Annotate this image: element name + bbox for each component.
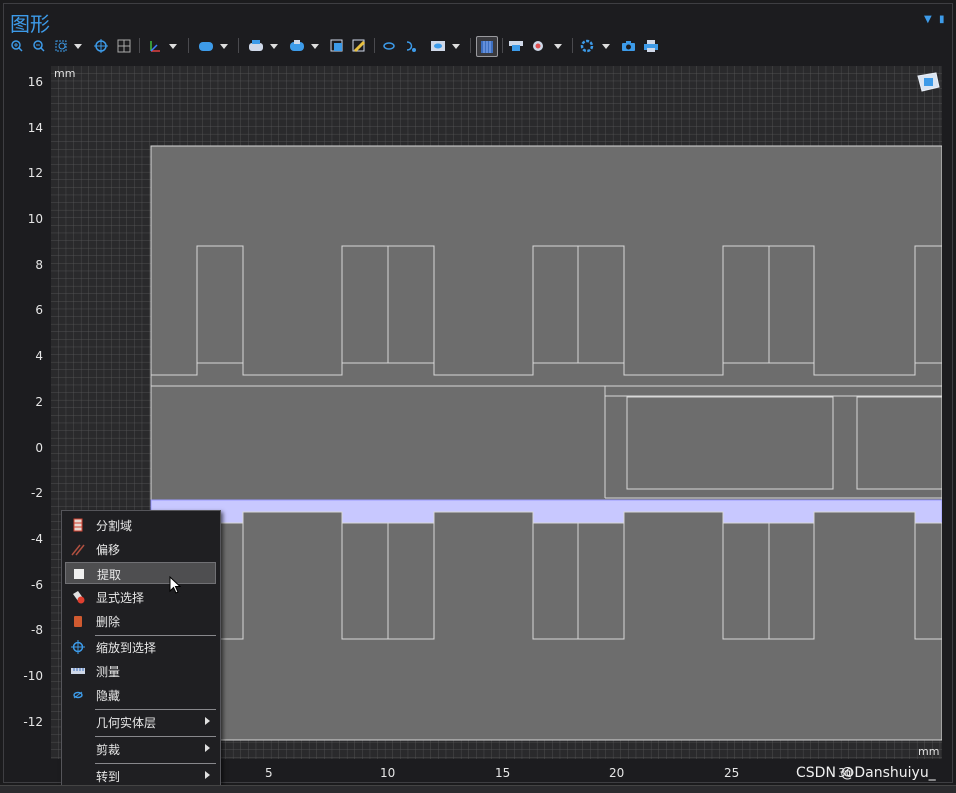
extract-icon bbox=[74, 569, 84, 579]
partition-domains-icon bbox=[73, 518, 83, 532]
scene-light-icon[interactable] bbox=[428, 37, 462, 54]
y-tick-label: 2 bbox=[35, 395, 43, 409]
menu-item-label: 提取 bbox=[97, 568, 122, 582]
camera-icon[interactable] bbox=[621, 37, 637, 54]
context-menu: 分割域 偏移 提取 显式选择 删除 缩放到选择 测量 隐藏 几何实体层 剪裁 转… bbox=[61, 510, 221, 792]
axes-icon[interactable] bbox=[147, 37, 179, 54]
offset-icon bbox=[71, 544, 85, 556]
outer-domain[interactable] bbox=[150, 145, 942, 741]
select-object-icon[interactable] bbox=[196, 37, 230, 54]
x-tick-label: 25 bbox=[724, 766, 740, 780]
y-tick-label: 6 bbox=[35, 303, 43, 317]
zoom-to-selection-icon bbox=[71, 640, 85, 654]
window-title: 图形 bbox=[10, 12, 50, 36]
zoom-extents-icon[interactable] bbox=[94, 37, 108, 54]
y-tick-label: 0 bbox=[35, 441, 43, 455]
x-tick-label: 15 bbox=[495, 766, 511, 780]
rotate-view-icon[interactable] bbox=[916, 72, 940, 92]
dropdown-icon[interactable]: ▼ bbox=[924, 14, 932, 25]
y-tick-label: -12 bbox=[23, 715, 43, 729]
y-tick-label: 12 bbox=[27, 166, 43, 180]
show-icon[interactable] bbox=[404, 37, 418, 54]
x-tick-label: 5 bbox=[265, 766, 273, 780]
y-tick-label: -2 bbox=[31, 486, 43, 500]
menu-item-label: 转到 bbox=[96, 770, 121, 784]
y-tick-label: 10 bbox=[27, 212, 43, 226]
x-unit-label: mm bbox=[918, 745, 940, 758]
menu-separator bbox=[95, 709, 216, 710]
print-icon[interactable] bbox=[643, 37, 659, 54]
menu-item-label: 隐藏 bbox=[96, 689, 121, 703]
menu-item-measure[interactable]: 测量 bbox=[65, 660, 216, 682]
menu-item-label: 几何实体层 bbox=[96, 716, 157, 730]
menu-item-label: 剪裁 bbox=[96, 743, 121, 757]
select-box-icon[interactable] bbox=[246, 37, 280, 54]
menu-item-label: 缩放到选择 bbox=[96, 641, 157, 655]
watermark: CSDN @Danshuiyu_ bbox=[796, 765, 936, 781]
submenu-arrow-icon bbox=[205, 744, 210, 752]
menu-item-label: 删除 bbox=[96, 615, 121, 629]
hide-icon bbox=[73, 691, 83, 699]
pin-icon[interactable]: ▮ bbox=[939, 14, 945, 25]
zoom-selected-icon[interactable] bbox=[117, 37, 131, 54]
menu-item-label: 分割域 bbox=[96, 519, 133, 533]
y-tick-label: 14 bbox=[27, 121, 43, 135]
zoom-in-icon[interactable] bbox=[10, 37, 24, 54]
y-tick-label: -6 bbox=[31, 578, 43, 592]
y-tick-label: 16 bbox=[27, 75, 43, 89]
zoom-out-icon[interactable] bbox=[32, 37, 46, 54]
menu-separator bbox=[95, 736, 216, 737]
transparency-icon[interactable] bbox=[508, 37, 524, 54]
delete-icon bbox=[74, 616, 82, 627]
menu-separator bbox=[95, 763, 216, 764]
y-tick-label: 8 bbox=[35, 258, 43, 272]
menu-item-hide[interactable]: 隐藏 bbox=[65, 684, 216, 706]
menu-item-delete[interactable]: 删除 bbox=[65, 610, 216, 632]
hide-icon[interactable] bbox=[382, 37, 396, 54]
menu-item-offset[interactable]: 偏移 bbox=[65, 538, 216, 560]
select-domain-icon[interactable] bbox=[287, 37, 321, 54]
mouse-cursor-icon bbox=[169, 576, 182, 594]
menu-item-clipping[interactable]: 剪裁 bbox=[65, 738, 216, 760]
menu-item-go-to[interactable]: 转到 bbox=[65, 765, 216, 787]
y-tick-label: 4 bbox=[35, 349, 43, 363]
menu-item-zoom-to-selection[interactable]: 缩放到选择 bbox=[65, 636, 216, 658]
y-tick-label: -8 bbox=[31, 623, 43, 637]
explicit-selection-icon bbox=[73, 591, 85, 604]
menu-item-label: 偏移 bbox=[96, 543, 121, 557]
menu-item-partition-domains[interactable]: 分割域 bbox=[65, 514, 216, 536]
settings-icon[interactable] bbox=[578, 37, 612, 54]
measure-icon bbox=[71, 668, 85, 674]
zoom-box-icon[interactable] bbox=[54, 37, 84, 54]
menu-item-label: 显式选择 bbox=[96, 591, 145, 605]
clear-selection-icon[interactable] bbox=[330, 37, 344, 54]
wireframe-icon[interactable] bbox=[476, 36, 498, 57]
submenu-arrow-icon bbox=[205, 717, 210, 725]
submenu-arrow-icon bbox=[205, 771, 210, 779]
menu-item-label: 测量 bbox=[96, 665, 121, 679]
y-unit-label: mm bbox=[54, 67, 76, 80]
menu-item-extract[interactable]: 提取 bbox=[65, 562, 216, 584]
y-tick-label: -10 bbox=[23, 669, 43, 683]
x-tick-label: 10 bbox=[380, 766, 396, 780]
menu-item-geometry-layer[interactable]: 几何实体层 bbox=[65, 711, 216, 733]
x-tick-label: 20 bbox=[609, 766, 625, 780]
y-tick-label: -4 bbox=[31, 532, 43, 546]
views-icon[interactable] bbox=[530, 37, 564, 54]
menu-item-explicit-selection[interactable]: 显式选择 bbox=[65, 586, 216, 608]
select-adjacent-icon[interactable] bbox=[352, 37, 366, 54]
